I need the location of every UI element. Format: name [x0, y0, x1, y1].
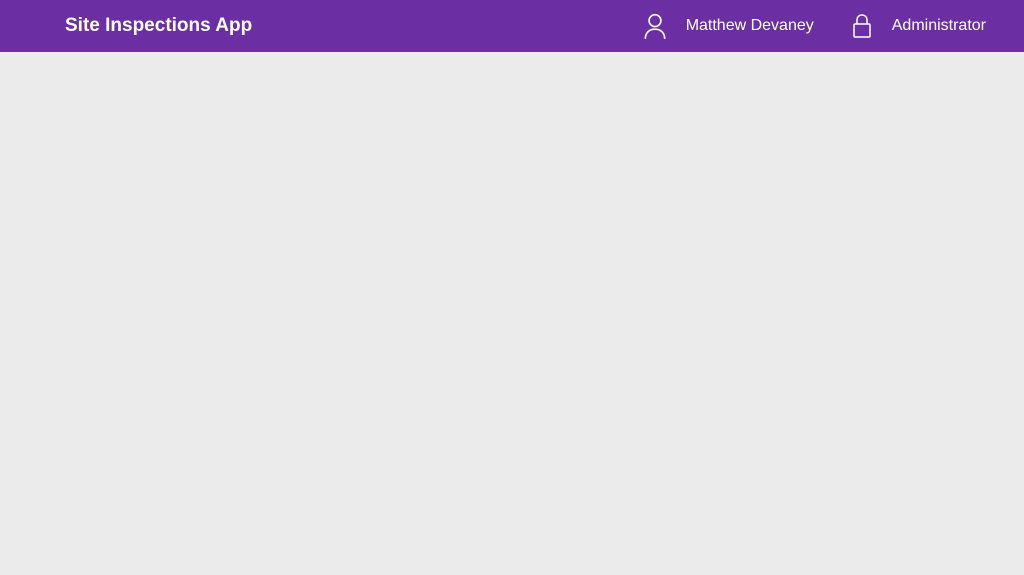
role-label: Administrator — [892, 17, 986, 35]
app-title: Site Inspections App — [65, 15, 642, 37]
app-header: Site Inspections App Matthew Devaney Adm… — [0, 0, 1024, 52]
role-info[interactable]: Administrator — [850, 12, 986, 40]
user-name-label: Matthew Devaney — [686, 17, 814, 35]
lock-icon — [850, 12, 874, 40]
header-right-section: Matthew Devaney Administrator — [642, 12, 1004, 40]
user-info[interactable]: Matthew Devaney — [642, 12, 814, 40]
user-icon — [642, 12, 668, 40]
main-content — [0, 52, 1024, 575]
